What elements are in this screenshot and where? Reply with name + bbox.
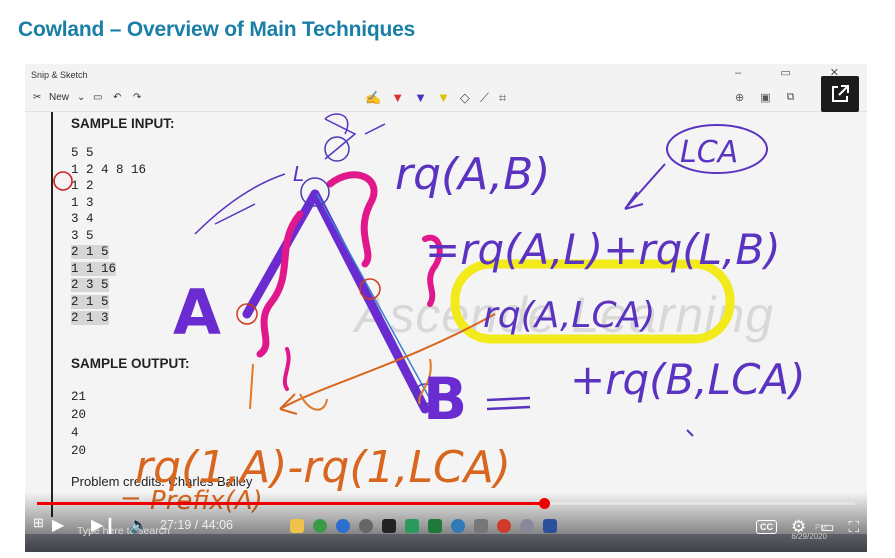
player-controls: ⊞ ▶ Type here to search ▶❙ 🔈 27:19 / 44:… bbox=[25, 509, 867, 545]
label-l: L bbox=[293, 162, 304, 186]
label-a: A bbox=[173, 276, 221, 349]
magenta-brace-top bbox=[326, 171, 378, 268]
miniplayer-icon[interactable]: ▭ bbox=[820, 518, 834, 536]
note-expansion: =rq(A,L)+rq(L,B) bbox=[425, 225, 781, 274]
label-b: B bbox=[423, 365, 467, 433]
note-rq-a-lca: rq(A,LCA) bbox=[483, 295, 655, 336]
play-button[interactable]: ▶ bbox=[52, 515, 64, 535]
tree-thin-line bbox=[316, 193, 431, 400]
app-cloud-icon bbox=[520, 519, 534, 533]
excel-icon bbox=[428, 519, 442, 533]
purple-tick-mark bbox=[686, 429, 694, 437]
mail-icon bbox=[543, 519, 557, 533]
purple-equals-mark bbox=[486, 396, 531, 411]
app-settings-icon bbox=[359, 519, 373, 533]
handwritten-annotations: rq(A,B) LCA =rq(A,L)+rq(L,B) rq(A,LCA) +… bbox=[53, 113, 806, 516]
chrome-icon bbox=[313, 519, 327, 533]
note-lca: LCA bbox=[680, 135, 738, 170]
volume-icon[interactable]: 🔈 bbox=[129, 515, 149, 535]
circle-node-1 bbox=[53, 171, 73, 191]
arrow-to-lca bbox=[624, 163, 666, 210]
fullscreen-icon[interactable]: ⛶ bbox=[848, 519, 859, 536]
app-gray-icon bbox=[474, 519, 488, 533]
taskbar-app-icons bbox=[290, 519, 557, 533]
player-right-controls: CC ⚙ ▭ ⛶ bbox=[756, 517, 859, 537]
next-button[interactable]: ▶❙ bbox=[91, 515, 117, 535]
app-green-icon bbox=[405, 519, 419, 533]
video-player[interactable]: Snip & Sketch – ▭ ✕ ✂ New ⌄ ▭ ↶ ↷ ✍ ▼ ▼ … bbox=[25, 64, 867, 552]
chrome-icon-2 bbox=[451, 519, 465, 533]
app-dark-icon bbox=[382, 519, 396, 533]
app-blue-icon bbox=[336, 519, 350, 533]
progress-bar[interactable] bbox=[37, 498, 855, 509]
magenta-hook bbox=[282, 347, 291, 391]
captions-button[interactable]: CC bbox=[756, 520, 778, 534]
file-explorer-icon bbox=[290, 519, 304, 533]
progress-played bbox=[37, 502, 545, 505]
settings-gear-icon[interactable]: ⚙ bbox=[791, 517, 806, 537]
note-rq-b-lca: +rq(B,LCA) bbox=[570, 355, 806, 404]
windows-start-icon: ⊞ bbox=[33, 515, 44, 530]
note-rq-ab: rq(A,B) bbox=[395, 149, 550, 200]
chrome-icon-3 bbox=[497, 519, 511, 533]
tree-left-branch bbox=[242, 189, 320, 319]
page-title: Cowland – Overview of Main Techniques bbox=[18, 18, 416, 41]
tree-right-branch bbox=[310, 189, 430, 414]
time-display: 27:19 / 44:06 bbox=[160, 518, 233, 532]
